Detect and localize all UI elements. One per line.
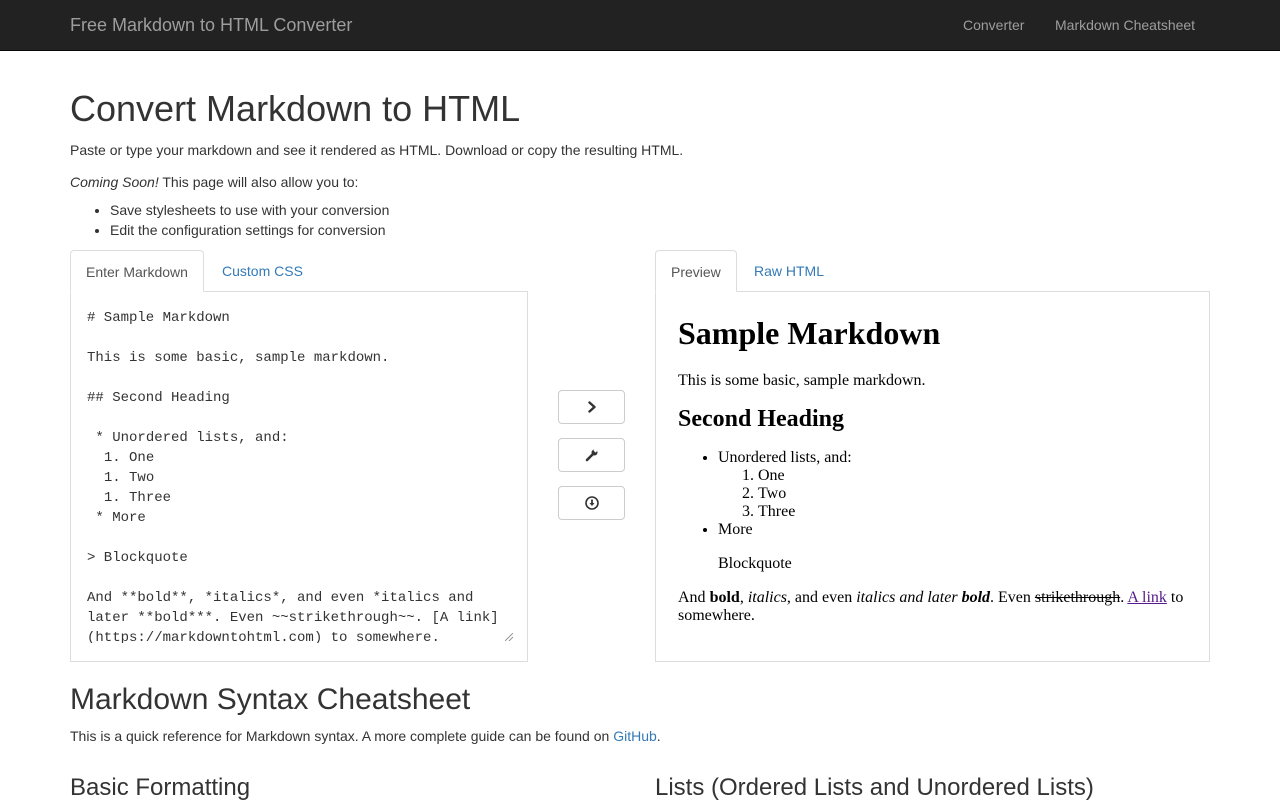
- settings-button[interactable]: [558, 438, 625, 472]
- list-item: Three: [758, 503, 1193, 521]
- output-tabs: Preview Raw HTML: [655, 250, 1210, 292]
- convert-button[interactable]: [558, 390, 625, 424]
- tab-raw-html[interactable]: Raw HTML: [739, 250, 839, 292]
- coming-soon-label: Coming Soon!: [70, 174, 159, 190]
- text: .: [656, 728, 661, 744]
- list-item: One: [758, 467, 1193, 485]
- preview-unordered-list: Unordered lists, and: One Two Three More: [678, 449, 1193, 539]
- section-heading-basic-formatting: Basic Formatting: [70, 774, 251, 801]
- preview-blockquote: Blockquote: [718, 555, 792, 572]
- coming-soon-text: Coming Soon! This page will also allow y…: [70, 172, 358, 192]
- cheatsheet-description: This is a quick reference for Markdown s…: [70, 726, 661, 746]
- bold-italic-text: bold: [961, 589, 991, 606]
- tab-preview[interactable]: Preview: [655, 250, 737, 292]
- strikethrough-text: strikethrough: [1034, 589, 1121, 606]
- preview-link[interactable]: A link: [1127, 589, 1167, 606]
- section-heading-lists: Lists (Ordered Lists and Unordered Lists…: [655, 774, 1094, 801]
- preview-panel: Sample Markdown This is some basic, samp…: [655, 291, 1210, 662]
- preview-heading-1: Sample Markdown: [678, 315, 941, 351]
- text: ,: [739, 589, 748, 606]
- cheatsheet-title: Markdown Syntax Cheatsheet: [70, 683, 471, 716]
- preview-paragraph: This is some basic, sample markdown.: [678, 372, 926, 389]
- editor-tabs: Enter Markdown Custom CSS: [70, 250, 528, 292]
- list-item: More: [718, 521, 1193, 539]
- resize-handle[interactable]: [505, 633, 513, 641]
- list-item-text: Unordered lists, and:: [718, 449, 852, 466]
- text: , and even: [786, 589, 857, 606]
- download-icon: [584, 496, 599, 510]
- feature-list: Save stylesheets to use with your conver…: [70, 200, 389, 240]
- italic-text: italics: [747, 589, 787, 606]
- wrench-icon: [585, 448, 599, 462]
- chevron-right-icon: [586, 401, 598, 413]
- bold-text: bold: [709, 589, 740, 606]
- feature-item: Edit the configuration settings for conv…: [110, 220, 389, 240]
- text: This is a quick reference for Markdown s…: [70, 728, 614, 744]
- coming-soon-rest: This page will also allow you to:: [158, 174, 359, 190]
- intro-text: Paste or type your markdown and see it r…: [70, 142, 684, 158]
- preview-ordered-list: One Two Three: [718, 467, 1193, 521]
- italic-text: italics and later bold: [856, 589, 990, 606]
- tab-enter-markdown[interactable]: Enter Markdown: [70, 250, 204, 292]
- download-button[interactable]: [558, 486, 625, 520]
- text: And: [678, 589, 710, 606]
- nav-link-cheatsheet[interactable]: Markdown Cheatsheet: [1055, 17, 1195, 33]
- preview-heading-2: Second Heading: [678, 406, 845, 432]
- github-link[interactable]: GitHub: [613, 728, 657, 744]
- list-item: Two: [758, 485, 1193, 503]
- preview-paragraph-formatting: And bold, italics, and even italics and …: [678, 589, 1193, 625]
- text: . Even: [990, 589, 1035, 606]
- editor-panel: # Sample Markdown This is some basic, sa…: [70, 291, 528, 662]
- list-item: Unordered lists, and: One Two Three: [718, 449, 1193, 521]
- text: italics and later: [856, 589, 962, 606]
- markdown-textarea[interactable]: # Sample Markdown This is some basic, sa…: [87, 308, 513, 643]
- brand-link[interactable]: Free Markdown to HTML Converter: [70, 15, 352, 35]
- tab-custom-css[interactable]: Custom CSS: [207, 250, 318, 292]
- feature-item: Save stylesheets to use with your conver…: [110, 200, 389, 220]
- nav-link-converter[interactable]: Converter: [963, 17, 1024, 33]
- preview-content: Sample Markdown This is some basic, samp…: [678, 308, 1193, 625]
- top-navbar: Free Markdown to HTML Converter Converte…: [0, 0, 1280, 51]
- page-title: Convert Markdown to HTML: [70, 88, 521, 129]
